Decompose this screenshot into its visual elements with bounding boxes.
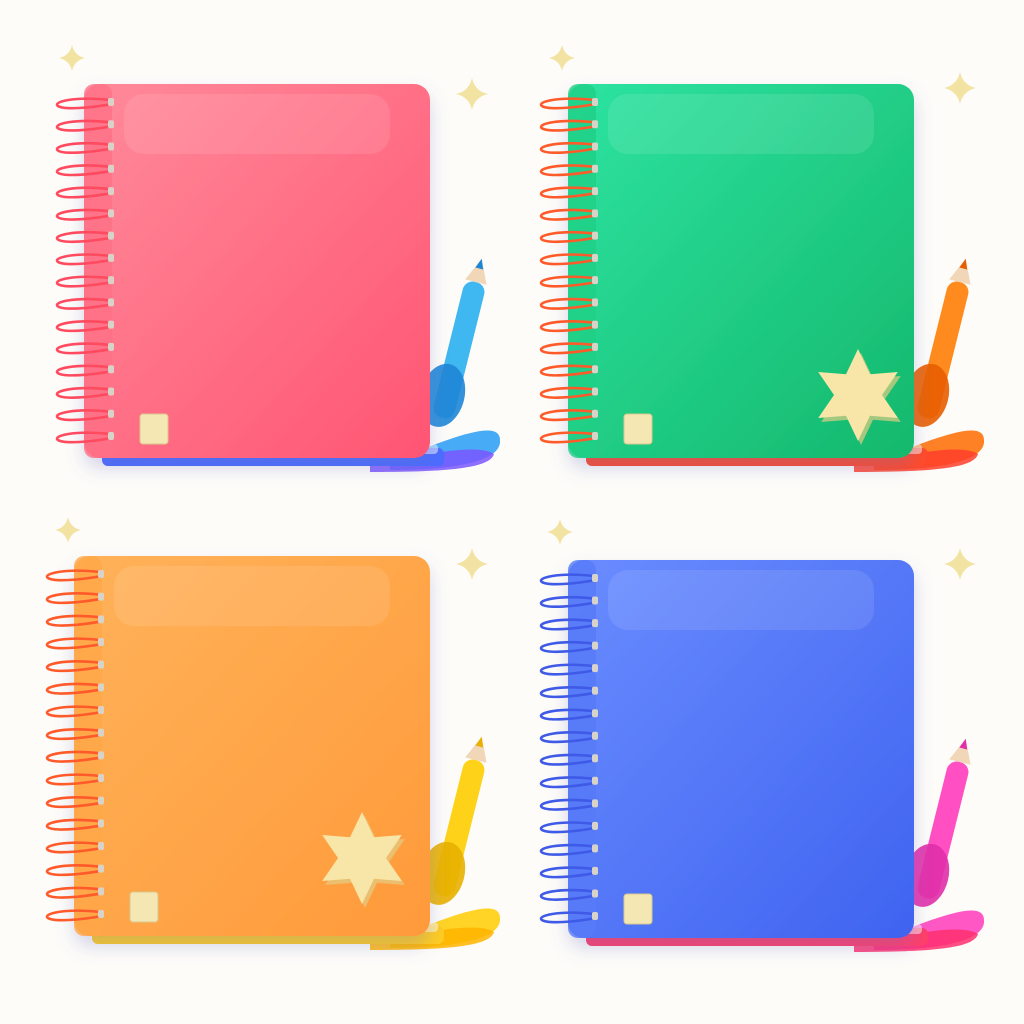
- sticky-square: [623, 413, 653, 445]
- notebook-spine: [74, 556, 102, 936]
- notebook-green: [539, 84, 985, 472]
- scene: [0, 0, 1024, 1024]
- sticky-square: [623, 893, 653, 925]
- notebook-spine: [84, 84, 112, 458]
- sparkle-icon: [456, 78, 488, 110]
- notebook-spine: [568, 84, 596, 458]
- sparkle-icon: [547, 519, 573, 545]
- sparkle-icon: [59, 45, 85, 71]
- notebook-spine: [568, 560, 596, 938]
- sparkle-icon: [944, 548, 976, 580]
- notebook-orange: [45, 556, 501, 950]
- sparkle-icon: [456, 548, 488, 580]
- notebook-illustration: [45, 45, 985, 952]
- sticky-square: [139, 413, 169, 445]
- sparkle-icon: [55, 517, 81, 543]
- notebook-pink: [55, 84, 501, 472]
- sparkle-icon: [944, 72, 976, 104]
- sticky-square: [129, 891, 159, 923]
- notebook-blue: [539, 560, 985, 952]
- sparkle-icon: [549, 45, 575, 71]
